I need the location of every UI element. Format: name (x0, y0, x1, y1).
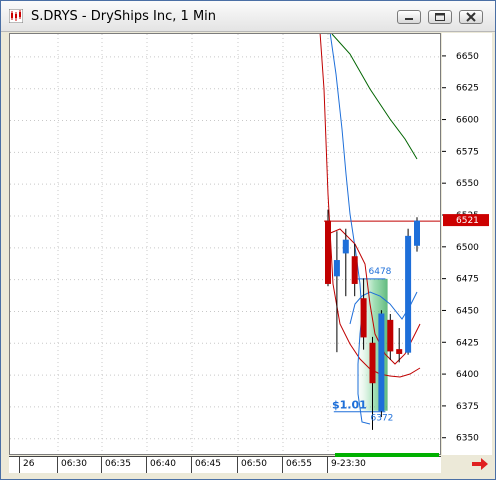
price-tick-label: 6425 (456, 338, 479, 348)
time-tick-label: 06:45 (195, 459, 221, 469)
close-icon (466, 12, 476, 22)
time-tick (282, 457, 283, 473)
range-size-label: $1.01 (332, 399, 367, 412)
window-title: S.DRYS - DryShips Inc, 1 Min (31, 9, 217, 24)
price-tick-label: 6550 (456, 179, 479, 189)
range-low-label: 6372 (371, 414, 394, 424)
time-tick-label: 06:35 (105, 459, 131, 469)
candle-body (378, 313, 385, 412)
candle-body (369, 342, 376, 384)
candle-body (325, 220, 331, 284)
price-tick-label: 6375 (456, 402, 479, 412)
chart-window: S.DRYS - DryShips Inc, 1 Min 6478 6372 $1.… (0, 0, 496, 480)
scroll-right-arrow-icon[interactable] (471, 457, 489, 471)
time-tick (19, 457, 20, 473)
title-bar[interactable]: S.DRYS - DryShips Inc, 1 Min (1, 1, 495, 32)
candle-body (396, 349, 403, 354)
candle-body (387, 319, 394, 352)
time-tick (191, 457, 192, 473)
chart-plot-area[interactable]: 6478 6372 $1.01 (9, 31, 441, 455)
price-tick-label: 6450 (456, 306, 479, 316)
maximize-icon (435, 13, 445, 21)
price-tick-label: 6500 (456, 243, 479, 253)
price-axis[interactable]: 6650662566006575655065256500647564506425… (442, 33, 492, 455)
minimize-icon (405, 18, 413, 20)
time-axis[interactable]: 26 06:30 06:35 06:40 06:45 06:50 06:55 9-23:30 (9, 456, 441, 473)
candle-body (351, 256, 358, 284)
time-tick-label: 9-23:30 (331, 459, 366, 469)
price-chart[interactable]: 6478 6372 $1.01 (10, 31, 440, 454)
time-tick-label: 06:30 (61, 459, 87, 469)
maximize-button[interactable] (428, 10, 452, 24)
current-price-label: 6521 (456, 216, 479, 226)
session-bar (335, 453, 439, 457)
time-tick-label: 06:40 (150, 459, 176, 469)
time-tick (327, 457, 328, 473)
time-tick-label: 26 (23, 459, 35, 469)
candle-body (414, 220, 420, 246)
close-button[interactable] (459, 10, 483, 24)
minimize-button[interactable] (397, 10, 421, 24)
price-tick-label: 6475 (456, 275, 479, 285)
price-tick-label: 6350 (456, 434, 479, 444)
range-high-label: 6478 (369, 267, 392, 277)
candle-body (405, 235, 412, 353)
price-tick-label: 6650 (456, 52, 479, 62)
time-tick (101, 457, 102, 473)
time-tick (57, 457, 58, 473)
price-tick-label: 6625 (456, 84, 479, 94)
time-tick (237, 457, 238, 473)
price-tick-label: 6400 (456, 370, 479, 380)
price-tick-label: 6575 (456, 147, 479, 157)
price-axis-labels: 6650662566006575655065256500647564506425… (442, 52, 489, 444)
candle-body (360, 298, 367, 338)
candle-body (342, 239, 349, 254)
time-tick (146, 457, 147, 473)
price-tick-label: 6600 (456, 116, 479, 126)
candle-body (333, 260, 340, 277)
time-tick-label: 06:50 (241, 459, 267, 469)
ma-line-green (331, 33, 418, 160)
time-tick-label: 06:55 (286, 459, 312, 469)
chart-icon (9, 9, 23, 23)
